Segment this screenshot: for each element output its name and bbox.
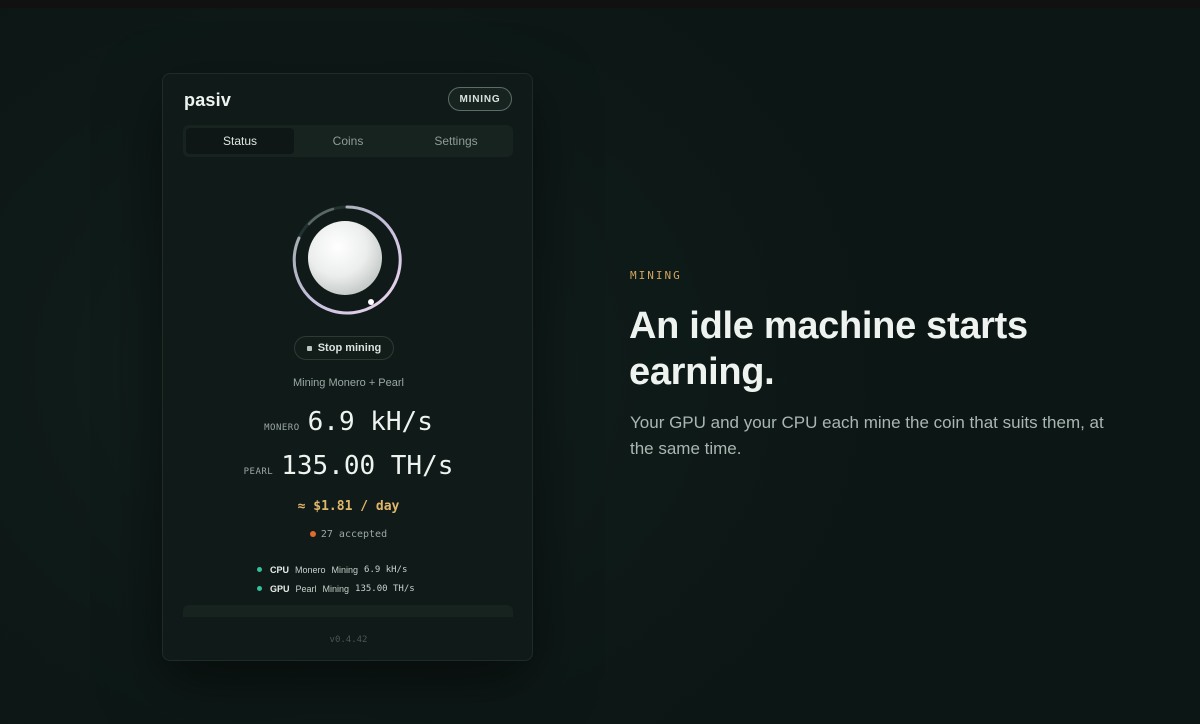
app-window: pasiv MINING Status Coins Settings Stop … [162, 73, 533, 661]
tab-bar: Status Coins Settings [183, 125, 513, 157]
stop-square-icon [306, 345, 312, 351]
rate-label: MONERO [264, 423, 300, 433]
tab-settings[interactable]: Settings [402, 128, 510, 154]
worker-row: CPU Monero Mining 6.9 kH/s [257, 560, 415, 579]
earnings-per-day: ≈ $1.81 / day [297, 499, 400, 514]
worker-coin: Monero [295, 564, 326, 575]
rate-row-pearl: PEARL 135.00 TH/s [163, 451, 534, 481]
status-dot-icon [309, 531, 316, 537]
status-dot-icon [257, 586, 262, 591]
worker-rate: 135.00 TH/s [355, 583, 415, 594]
tab-coins[interactable]: Coins [294, 128, 402, 154]
rate-row-monero: MONERO 6.9 kH/s [163, 407, 534, 437]
mining-status-badge: MINING [448, 87, 512, 111]
section-eyebrow: MINING [630, 269, 682, 282]
worker-rate: 6.9 kH/s [364, 564, 408, 575]
rate-label: PEARL [243, 467, 274, 477]
mining-description: Mining Monero + Pearl [293, 377, 404, 389]
rate-value: 6.9 kH/s [307, 407, 433, 437]
stop-mining-label: Stop mining [317, 342, 382, 354]
hero-headline: An idle machine starts earning. [629, 305, 1028, 393]
version-label: v0.4.42 [329, 635, 368, 645]
top-strip [0, 0, 1200, 8]
bottom-panel [183, 605, 513, 617]
stop-mining-button[interactable]: Stop mining [294, 336, 394, 360]
worker-status: Mining [322, 583, 350, 594]
worker-list: CPU Monero Mining 6.9 kH/s GPU Pearl Min… [257, 560, 415, 598]
worker-row: GPU Pearl Mining 135.00 TH/s [257, 579, 415, 598]
rate-value: 135.00 TH/s [281, 451, 454, 481]
accepted-count: 27 accepted [320, 529, 388, 540]
status-dot-icon [257, 567, 262, 572]
worker-device: CPU [270, 564, 290, 575]
mining-orb-icon[interactable] [289, 202, 405, 318]
accepted-shares: 27 accepted [163, 529, 534, 540]
worker-device: GPU [270, 583, 290, 594]
tab-status[interactable]: Status [186, 128, 294, 154]
worker-coin: Pearl [295, 583, 317, 594]
hero-subcopy: Your GPU and your CPU each mine the coin… [630, 413, 1104, 458]
worker-status: Mining [331, 564, 359, 575]
brand-logo: pasiv [184, 90, 232, 110]
